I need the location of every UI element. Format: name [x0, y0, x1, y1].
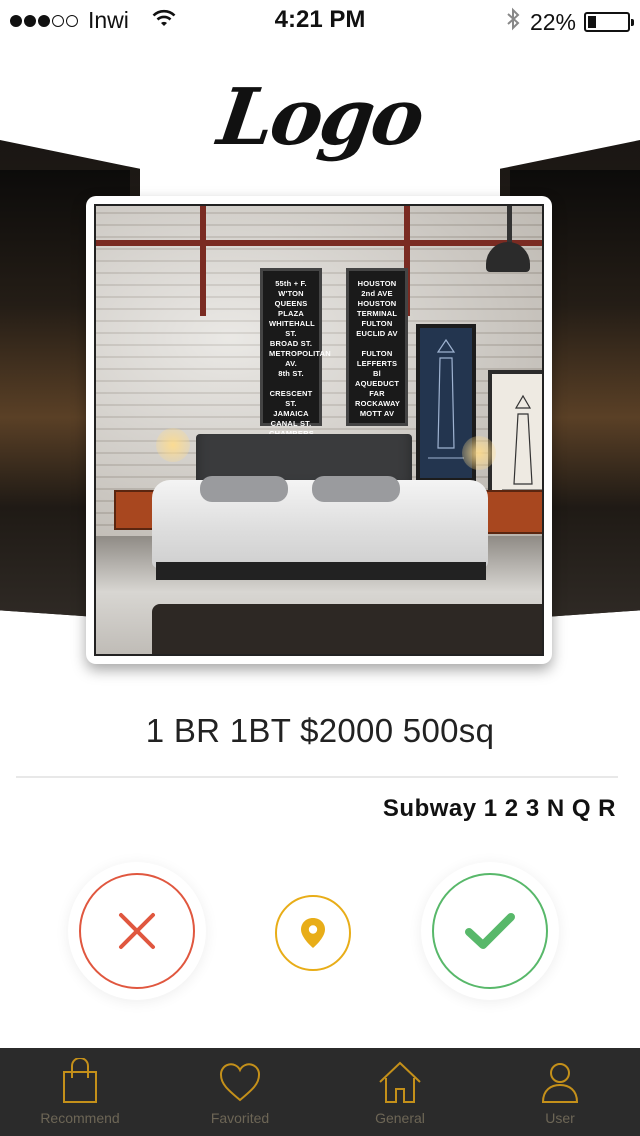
poster-line: CRESCENT ST. — [269, 389, 313, 408]
poster-line: JAMAICA — [273, 409, 309, 418]
tab-favorited-label: Favorited — [210, 1110, 270, 1126]
lighthouse-art — [488, 370, 542, 510]
accept-button-shadow — [421, 862, 559, 1000]
battery-percentage: 22% — [529, 8, 576, 35]
tab-bar: Recommend Favorited General User — [0, 1048, 640, 1136]
tab-general[interactable]: General — [320, 1048, 480, 1136]
status-right: 22% — [506, 7, 634, 37]
poster-line — [269, 379, 313, 389]
poster-line: 8th ST. — [278, 369, 304, 378]
poster-line: TERMINAL — [356, 309, 398, 318]
poster-line: MOTT AV — [359, 409, 395, 418]
app-logo: Logo — [212, 72, 428, 163]
heart-icon — [219, 1063, 261, 1102]
accept-button[interactable] — [432, 873, 548, 989]
poster-line: QUEENS PLAZA — [274, 299, 308, 318]
tab-favorited[interactable]: Favorited — [160, 1048, 320, 1136]
poster-line: WHITEHALL ST. — [269, 319, 315, 338]
tab-general-label: General — [375, 1110, 425, 1126]
poster-line: FULTON — [361, 349, 393, 358]
poster-line: 2nd AVE — [361, 289, 393, 298]
shopping-bag-icon — [63, 1058, 97, 1103]
poster-line: 55th + F. W'TON — [275, 279, 307, 298]
tab-user-label: User — [545, 1110, 575, 1126]
poster-line: EUCLID AV — [356, 329, 398, 338]
home-icon — [379, 1061, 421, 1103]
poster-line: HOUSTON — [357, 279, 397, 288]
poster-line: FULTON — [361, 319, 393, 328]
subway-sign-poster-1: 55th + F. W'TON QUEENS PLAZA WHITEHALL ST.… — [260, 268, 331, 468]
check-icon — [465, 913, 515, 949]
rug — [152, 604, 542, 654]
reject-button[interactable] — [79, 873, 195, 989]
subway-sign-poster-2: HOUSTON 2nd AVE HOUSTON TERMINAL FULTON EUCLI… — [346, 268, 408, 426]
user-icon — [541, 1063, 579, 1103]
poster-line: AQUEDUCT — [355, 379, 400, 388]
bluetooth-icon — [506, 7, 520, 37]
battery-icon — [584, 12, 634, 32]
status-bar: Inwi 4:21 PM 22% — [0, 0, 640, 40]
poster-line: FAR ROCKAWAY — [355, 389, 401, 408]
tab-recommend-label: Recommend — [40, 1110, 120, 1126]
carrier-name: Inwi — [88, 7, 129, 33]
status-left: Inwi — [10, 7, 177, 34]
poster-line — [355, 339, 399, 349]
map-pin-icon — [301, 918, 325, 948]
listing-photo: 55th + F. W'TON QUEENS PLAZA WHITEHALL ST.… — [94, 204, 544, 656]
signal-strength-icon — [10, 14, 80, 27]
tab-recommend[interactable]: Recommend — [0, 1048, 160, 1136]
listing-card[interactable]: 55th + F. W'TON QUEENS PLAZA WHITEHALL ST.… — [86, 196, 552, 664]
poster-line: LEFFERTS Bl — [356, 359, 398, 378]
poster-line: BROAD ST. — [269, 339, 313, 348]
subway-lines: Subway 1 2 3 N Q R — [382, 795, 616, 822]
wifi-icon — [151, 7, 177, 34]
poster-line: HOUSTON — [357, 299, 397, 308]
poster-line: CANAL ST. — [270, 419, 312, 428]
close-icon — [119, 913, 155, 949]
listing-summary: 1 BR 1BT $2000 500sq — [145, 712, 495, 749]
battery-fill — [588, 16, 596, 28]
divider — [16, 776, 618, 778]
reject-button-shadow — [68, 862, 206, 1000]
location-button[interactable] — [275, 895, 351, 971]
poster-line: METROPOLITAN AV. — [269, 349, 331, 368]
tab-user[interactable]: User — [480, 1048, 640, 1136]
